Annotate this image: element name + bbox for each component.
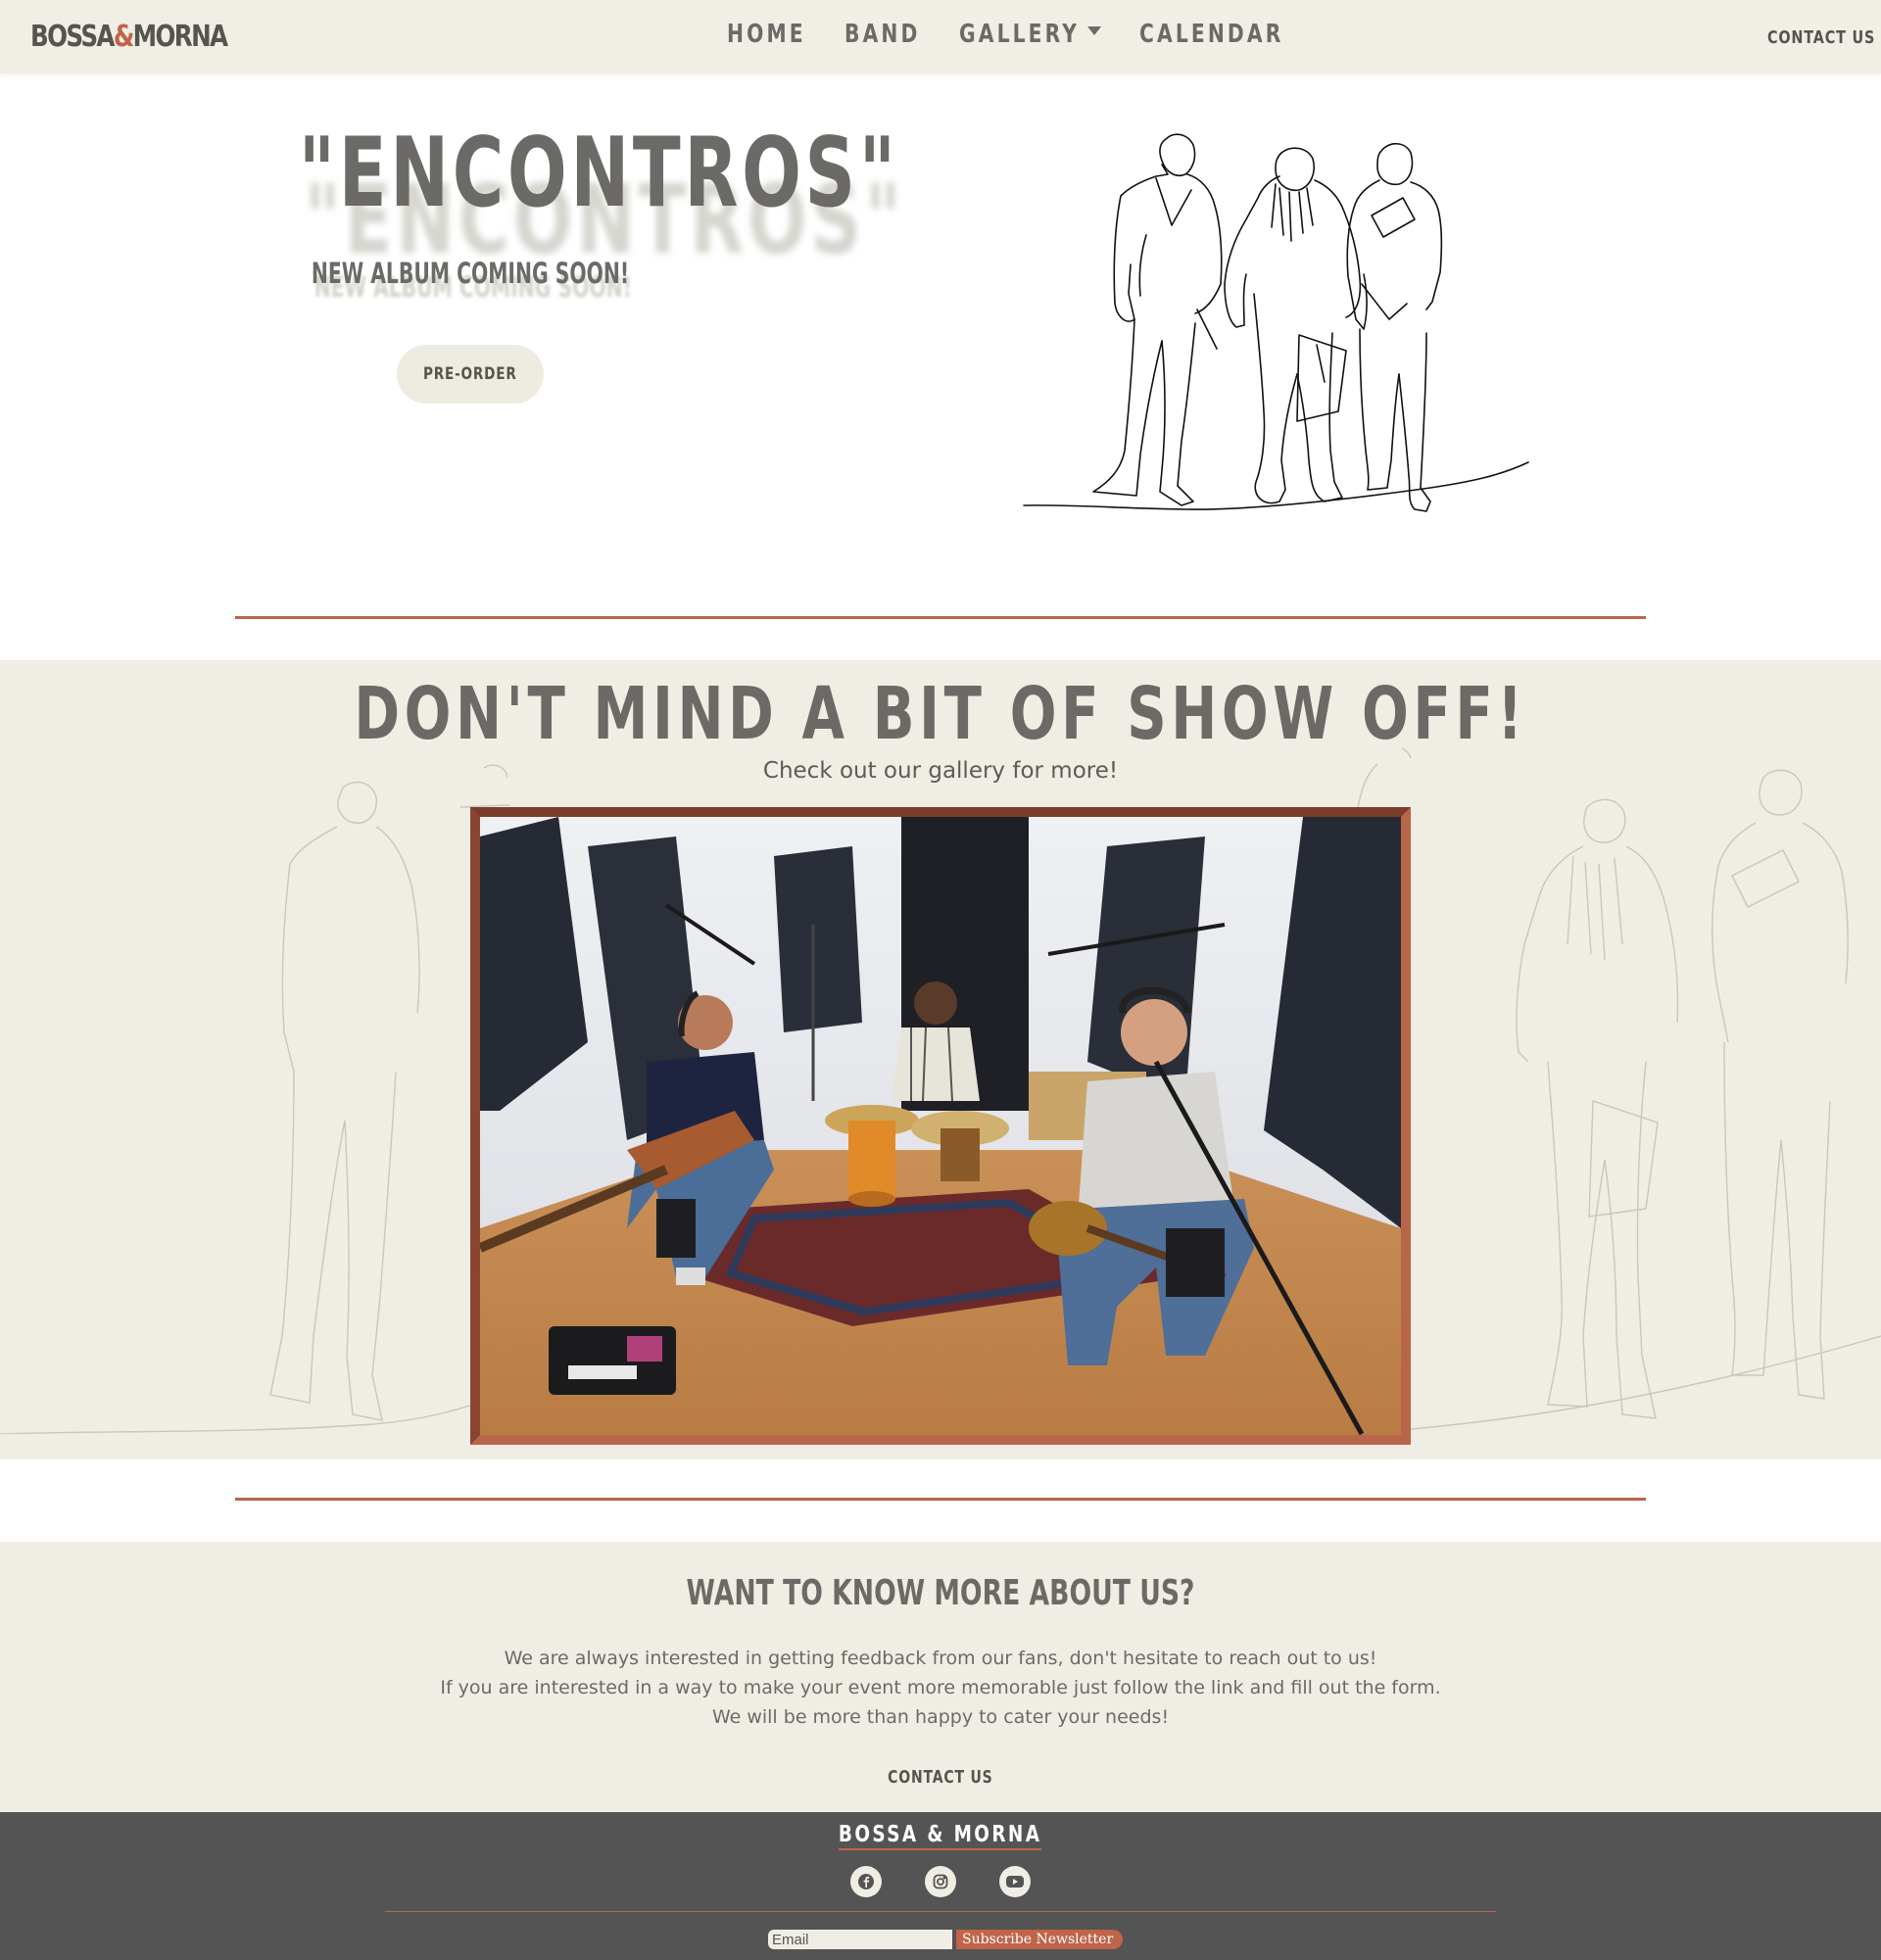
- footer-divider: [385, 1911, 1496, 1912]
- section-divider: [235, 1498, 1646, 1501]
- background-sketch-left: [0, 764, 509, 1434]
- nav-calendar[interactable]: CALENDAR: [1139, 20, 1283, 49]
- youtube-icon[interactable]: [999, 1866, 1031, 1897]
- about-section: WANT TO KNOW MORE ABOUT US? We are alway…: [0, 1542, 1881, 1812]
- gallery-title: DON'T MIND A BIT OF SHOW OFF!: [354, 672, 1527, 756]
- nav-home[interactable]: HOME: [727, 20, 806, 49]
- nav-links: HOME BAND GALLERY CALENDAR: [0, 0, 1881, 73]
- footer: BOSSA & MORNA Subscribe Newsletter: [0, 1812, 1881, 1960]
- background-sketch-right: [1352, 748, 1881, 1434]
- nav-band[interactable]: BAND: [844, 20, 920, 49]
- gallery-subtitle: Check out our gallery for more!: [762, 758, 1119, 784]
- newsletter-email-input[interactable]: [768, 1930, 952, 1949]
- nav-gallery[interactable]: GALLERY: [959, 20, 1101, 49]
- section-divider: [235, 616, 1646, 619]
- facebook-icon[interactable]: [850, 1866, 882, 1897]
- footer-brand[interactable]: BOSSA & MORNA: [0, 1822, 1881, 1850]
- contact-us-link[interactable]: CONTACT US: [1767, 27, 1875, 48]
- subscribe-newsletter-button[interactable]: Subscribe Newsletter: [956, 1930, 1124, 1949]
- hero-title: "ENCONTROS": [298, 118, 899, 229]
- nav-gallery-label: GALLERY: [959, 20, 1081, 49]
- band-studio-photo[interactable]: [470, 807, 1411, 1445]
- preorder-button[interactable]: PRE-ORDER: [397, 345, 544, 404]
- gallery-section: DON'T MIND A BIT OF SHOW OFF! Check out …: [0, 660, 1881, 1459]
- about-title: WANT TO KNOW MORE ABOUT US?: [686, 1573, 1195, 1613]
- navbar: BOSSA&MORNA HOME BAND GALLERY CALENDAR C…: [0, 0, 1881, 73]
- about-text: We are always interested in getting feed…: [440, 1648, 1441, 1728]
- instagram-icon[interactable]: [925, 1866, 956, 1897]
- about-contact-link[interactable]: CONTACT US: [0, 1767, 1881, 1788]
- chevron-down-icon: [1086, 26, 1101, 35]
- studio-photo-image: [480, 817, 1401, 1435]
- hero-subtitle: NEW ALBUM COMING SOON!: [311, 257, 630, 290]
- band-line-drawing-icon: [1023, 133, 1529, 512]
